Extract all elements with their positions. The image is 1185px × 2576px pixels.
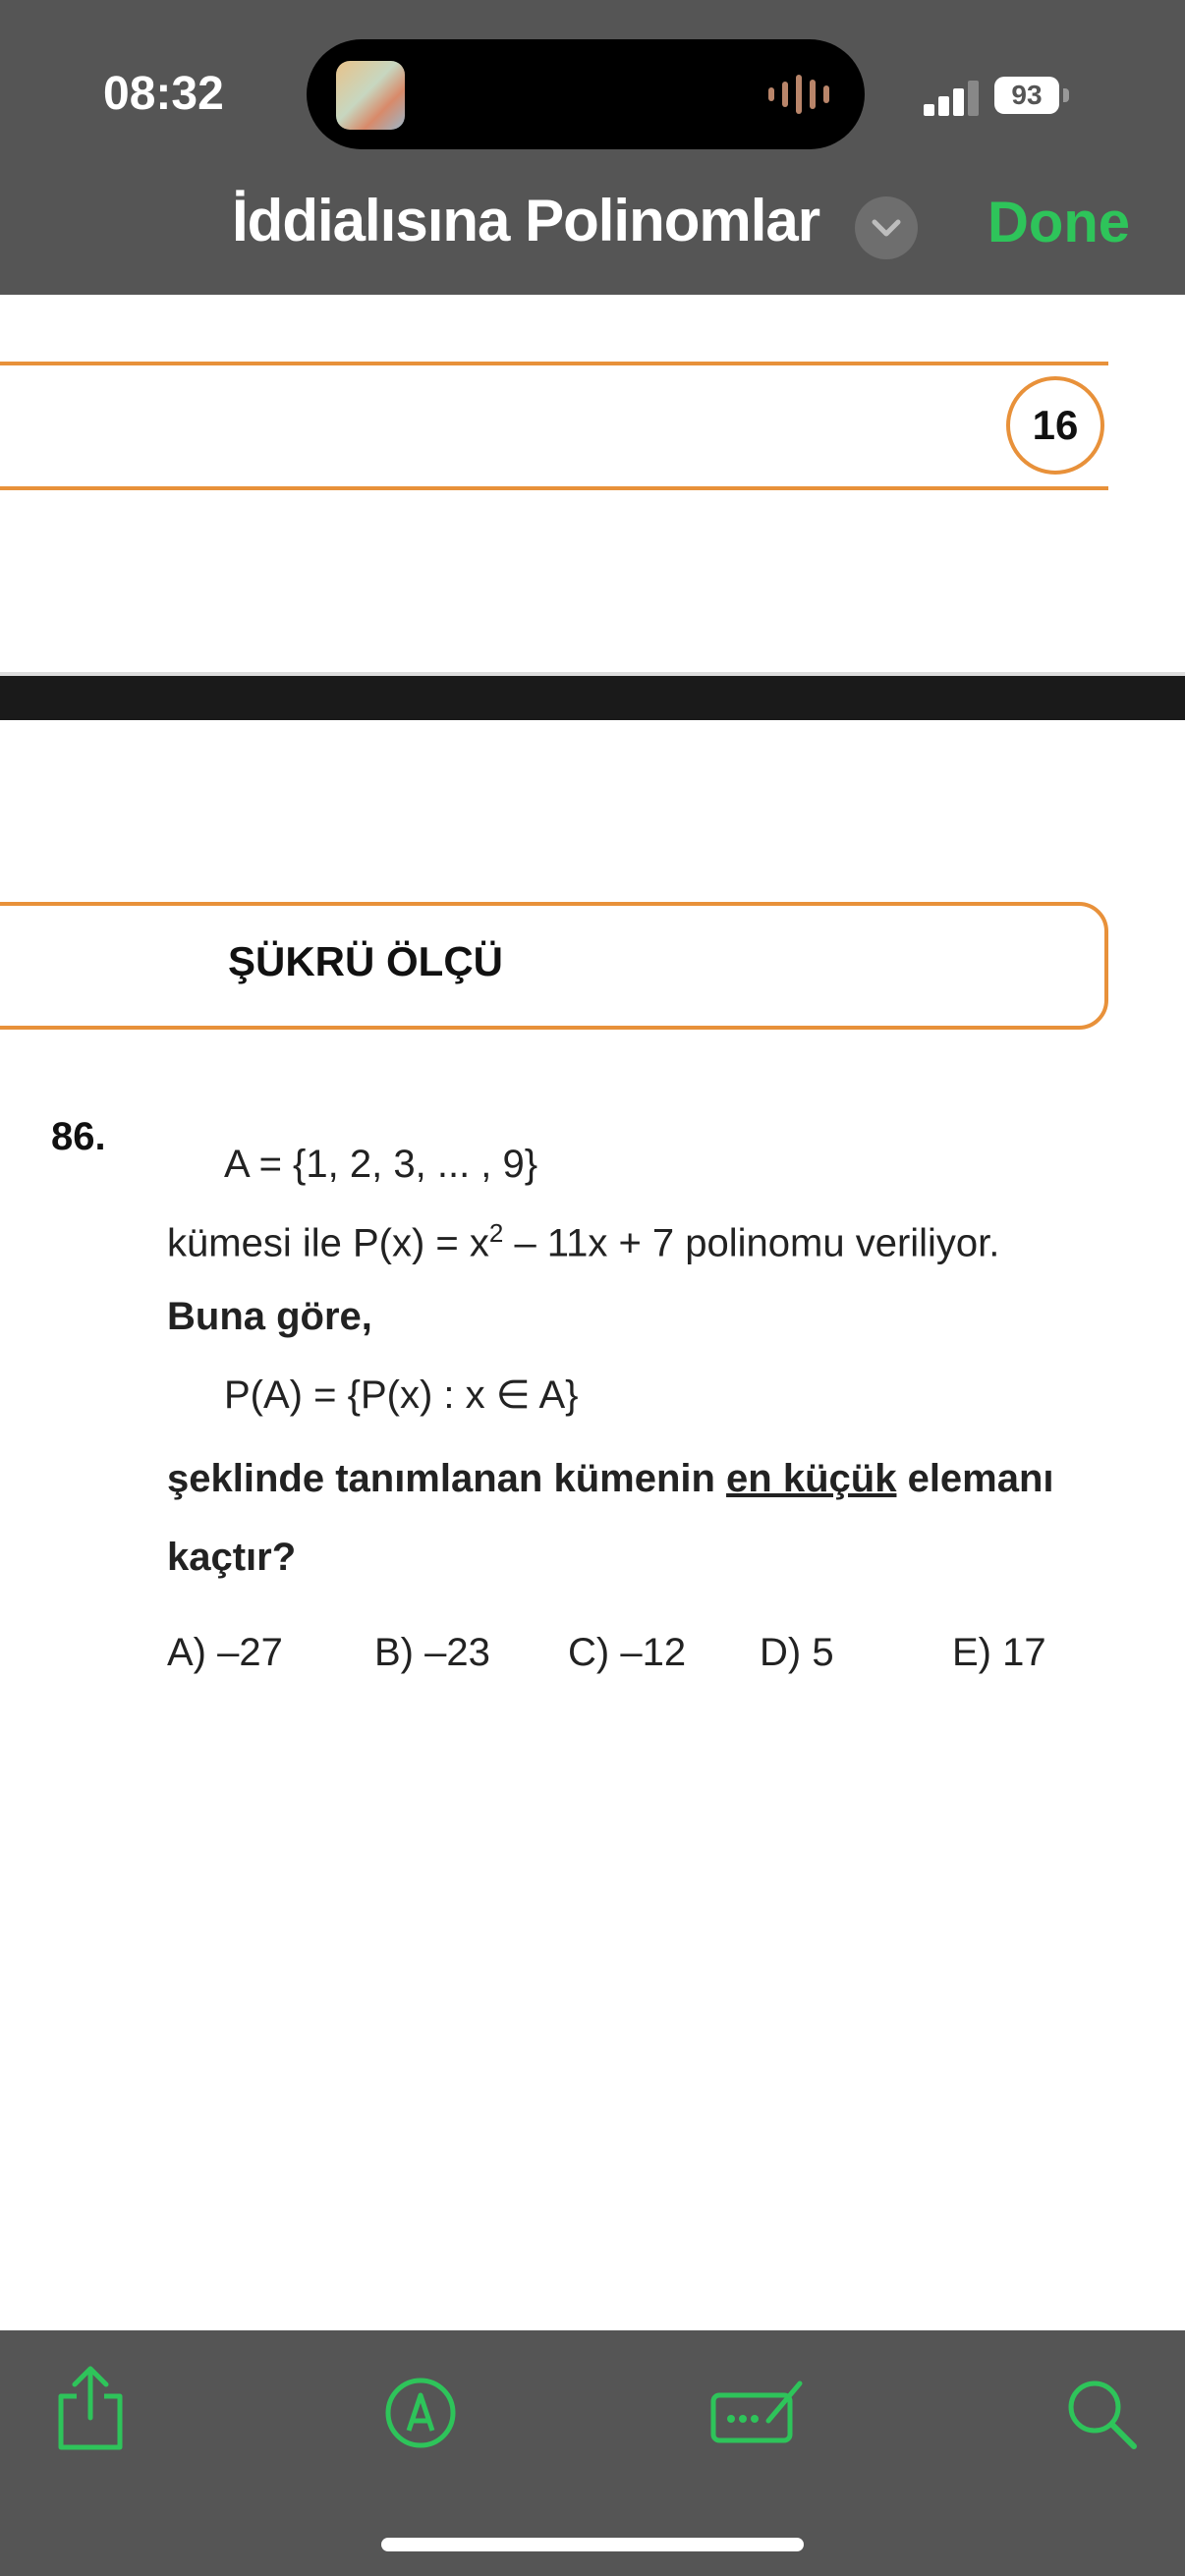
battery-tip (1063, 88, 1069, 102)
document-title[interactable]: İddialısına Polinomlar (232, 187, 820, 254)
question-set-line: A = {1, 2, 3, ... , 9} (224, 1143, 538, 1186)
status-time: 08:32 (103, 68, 224, 120)
header-rule-bottom (0, 486, 1108, 490)
page-divider (0, 672, 1185, 720)
question-prompt-end: kaçtır? (167, 1536, 297, 1579)
question-number: 86. (51, 1115, 106, 1158)
prompt-text-a: şeklinde tanımlanan kümenin (167, 1457, 727, 1500)
option-a: A) –27 (167, 1631, 283, 1674)
option-b: B) –23 (374, 1631, 490, 1674)
cellular-signal-icon (924, 77, 983, 116)
question-prompt-line: şeklinde tanımlanan kümenin en küçük ele… (167, 1457, 1054, 1501)
search-icon[interactable] (1063, 2376, 1142, 2459)
option-c: C) –12 (568, 1631, 687, 1674)
page-number-badge: 16 (1006, 376, 1104, 475)
now-playing-artwork (336, 61, 405, 130)
question-set-definition: P(A) = {P(x) : x ∈ A} (224, 1373, 579, 1417)
exponent: 2 (488, 1218, 504, 1248)
markup-icon[interactable] (383, 2376, 458, 2455)
home-indicator[interactable] (381, 2538, 804, 2551)
signature-icon[interactable] (709, 2378, 808, 2451)
battery-indicator: 93 (994, 77, 1059, 114)
question-buna-gore: Buna göre, (167, 1295, 372, 1338)
prompt-underlined: en küçük (726, 1457, 897, 1500)
prompt-text-b: elemanı (896, 1457, 1054, 1500)
option-e: E) 17 (952, 1631, 1046, 1674)
author-name: ŞÜKRÜ ÖLÇÜ (228, 938, 503, 984)
polynomial-text-a: kümesi ile P(x) = x (167, 1221, 489, 1265)
author-box (0, 902, 1108, 1030)
option-d: D) 5 (760, 1631, 834, 1674)
dynamic-island[interactable] (307, 39, 865, 149)
chevron-down-icon[interactable] (855, 196, 918, 259)
done-button[interactable]: Done (988, 190, 1130, 255)
polynomial-text-b: – 11x + 7 polinomu veriliyor. (503, 1221, 1000, 1265)
question-polynomial-line: kümesi ile P(x) = x2 – 11x + 7 polinomu … (167, 1218, 999, 1265)
share-icon[interactable] (51, 2363, 130, 2456)
header-rule-top (0, 362, 1108, 365)
audio-waveform-icon (768, 74, 829, 115)
